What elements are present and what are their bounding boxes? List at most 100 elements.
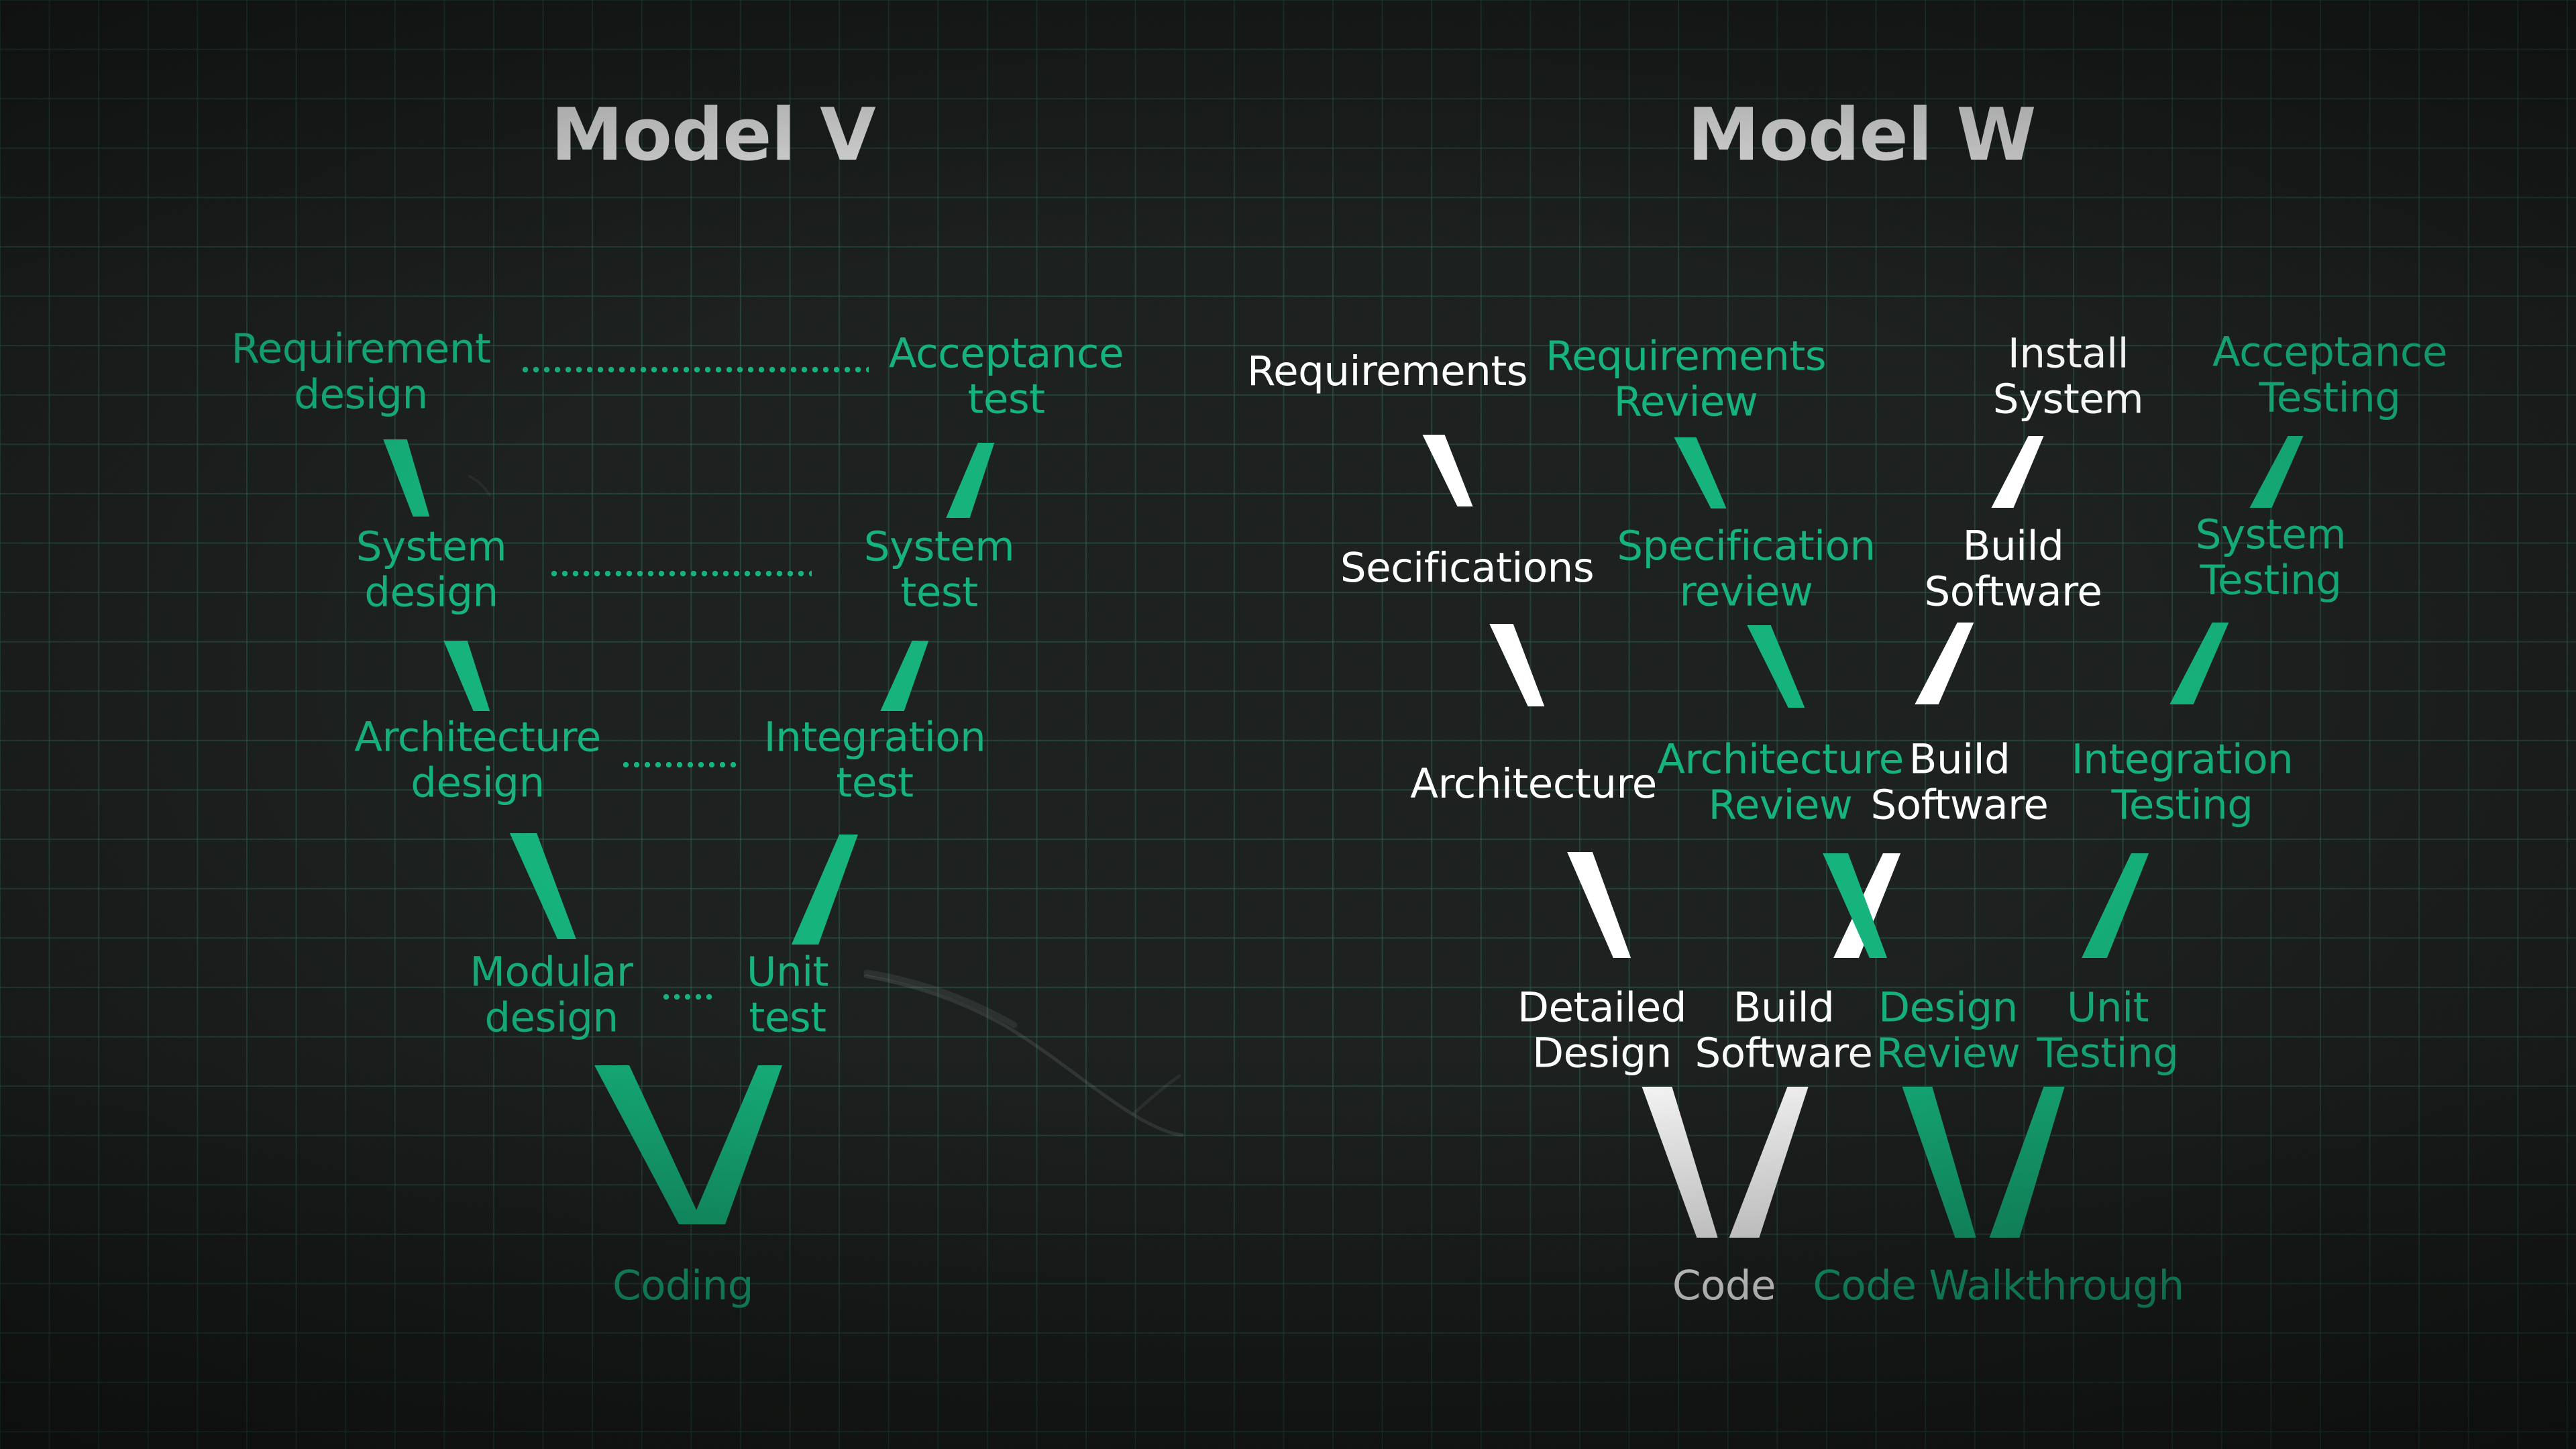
node-unit-testing: Unit Testing — [2037, 985, 2179, 1077]
node-label-line2: Review — [1613, 378, 1758, 426]
node-label-line2: Review — [1708, 782, 1853, 829]
node-label-line1: Unit — [746, 948, 829, 996]
node-label-line1: Detailed — [1517, 983, 1686, 1032]
node-detailed-design: Detailed Design — [1517, 985, 1686, 1077]
node-label-line1: Secifications — [1340, 543, 1595, 592]
connector-stroke-v-right-2 — [864, 637, 949, 715]
dotted-connector-architecture-integration — [621, 760, 741, 769]
node-secifications: Secifications — [1340, 543, 1595, 592]
node-label-line2: test — [900, 569, 978, 616]
node-requirements: Requirements — [1246, 347, 1528, 395]
connector-stroke-w-green-5 — [1971, 1083, 2088, 1242]
node-label-line2: review — [1679, 568, 1813, 616]
node-label-line2: Review — [1876, 1030, 2021, 1077]
node-specification-review: Specification review — [1617, 522, 1876, 616]
node-integration-test: Integration test — [763, 713, 986, 807]
connector-stroke-w-green-2 — [1731, 621, 1825, 712]
node-code-walkthrough: Code Walkthrough — [1813, 1263, 2184, 1309]
connector-stroke-w-white-2 — [1473, 620, 1564, 710]
dotted-connector-modular-unit — [661, 992, 717, 1002]
panel-title-model-v: Model V — [551, 93, 875, 177]
node-label-line1: Requirement — [231, 325, 491, 373]
node-label-line2: design — [364, 569, 498, 616]
node-system-design: System design — [356, 523, 507, 616]
node-label-line2: test — [836, 759, 914, 807]
node-label-line1: Requirements — [1545, 332, 1827, 380]
connector-stroke-w-green-8 — [2234, 432, 2322, 512]
node-label-line1: Architecture — [354, 713, 601, 761]
node-label-line1: Architecture — [1657, 735, 1904, 784]
node-build-software-2: Build Software — [1871, 737, 2049, 829]
node-requirements-review: Requirements Review — [1545, 332, 1827, 426]
node-architecture: Architecture — [1410, 759, 1657, 808]
node-label-line2: Testing — [2259, 374, 2401, 422]
node-label-line2: design — [484, 994, 619, 1042]
node-requirement-design: Requirement design — [231, 325, 491, 419]
node-label-line1: Modular — [470, 948, 633, 996]
node-label-line1: Coding — [612, 1261, 753, 1309]
node-label-line1: Integration — [2071, 735, 2294, 784]
node-label-line1: Architecture — [1410, 759, 1657, 808]
connector-stroke-v-right-3 — [774, 830, 879, 949]
connector-stroke-w-white-5 — [1711, 1083, 1831, 1242]
connector-stroke-w-green-1 — [1658, 433, 1746, 513]
node-label-line1: Specification — [1617, 522, 1876, 570]
node-coding: Coding — [612, 1263, 753, 1309]
node-label-line2: Testing — [2200, 557, 2342, 604]
node-install-system: Install System — [1993, 329, 2144, 423]
connector-stroke-v-left-2 — [427, 637, 510, 715]
node-integration-testing: Integration Testing — [2072, 737, 2294, 829]
node-label-line2: design — [411, 759, 545, 807]
node-label-line1: Build — [1733, 983, 1835, 1032]
node-label-line1: System — [863, 523, 1015, 571]
connector-stroke-w-white-7 — [1898, 619, 1994, 708]
node-code: Code — [1672, 1263, 1776, 1309]
connector-stroke-w-green-7 — [2153, 619, 2249, 708]
node-label-line1: Build — [1909, 735, 2010, 784]
connector-stroke-v-left-3 — [492, 829, 598, 943]
node-build-software-3: Build Software — [1695, 985, 1873, 1077]
dotted-connector-requirement-acceptance — [520, 365, 869, 374]
node-label-line1: Code Walkthrough — [1813, 1261, 2184, 1309]
node-unit-test: Unit test — [746, 948, 829, 1042]
node-label-line2: Software — [1924, 568, 2102, 616]
node-architecture-design: Architecture design — [354, 713, 601, 807]
connector-stroke-v-left-1 — [367, 435, 449, 521]
node-label-line2: test — [749, 994, 826, 1042]
node-label-line1: Acceptance — [2212, 328, 2448, 376]
node-design-review: Design Review — [1876, 985, 2021, 1077]
node-acceptance-test: Acceptance test — [889, 331, 1124, 423]
node-acceptance-testing: Acceptance Testing — [2212, 328, 2448, 422]
connector-stroke-w-white-3 — [1550, 848, 1652, 962]
connector-stroke-v-right-1 — [930, 439, 1014, 522]
node-modular-design: Modular design — [470, 948, 633, 1042]
node-label-line2: Testing — [2111, 782, 2253, 829]
diagram-canvas: Model V Model W Requirement design Accepta… — [0, 0, 2576, 1449]
node-build-software-1: Build Software — [1924, 522, 2102, 616]
node-label-line2: Software — [1695, 1030, 1873, 1077]
connector-stroke-v-right-4 — [670, 1061, 808, 1228]
node-label-line1: Requirements — [1246, 347, 1528, 395]
node-label-line1: Design — [1878, 983, 2018, 1032]
node-label-line2: Design — [1532, 1030, 1672, 1077]
node-label-line1: Unit — [2066, 983, 2149, 1032]
node-label-line1: System — [2195, 511, 2347, 559]
dotted-connector-system-design-test — [549, 569, 812, 578]
panel-title-model-w: Model W — [1687, 93, 2037, 177]
node-label-line2: test — [967, 376, 1045, 423]
node-label-line1: Install — [2007, 329, 2129, 378]
node-architecture-review: Architecture Review — [1657, 735, 1904, 829]
node-system-test: System test — [863, 523, 1015, 616]
node-label-line1: System — [356, 523, 507, 571]
connector-stroke-w-white-8 — [1976, 432, 2063, 512]
connector-stroke-w-green-6 — [2065, 849, 2169, 962]
node-label-line2: Software — [1870, 782, 2049, 829]
connector-stroke-w-white-1 — [1407, 431, 1492, 511]
connector-stroke-w-green-3 — [1806, 849, 1908, 962]
node-label-line1: Build — [1962, 522, 2064, 570]
node-label-line1: Code — [1672, 1261, 1776, 1309]
node-label-line1: Integration — [763, 713, 986, 761]
node-label-line2: design — [294, 371, 428, 419]
node-system-testing: System Testing — [2195, 511, 2347, 604]
node-label-line1: Acceptance — [888, 329, 1124, 378]
